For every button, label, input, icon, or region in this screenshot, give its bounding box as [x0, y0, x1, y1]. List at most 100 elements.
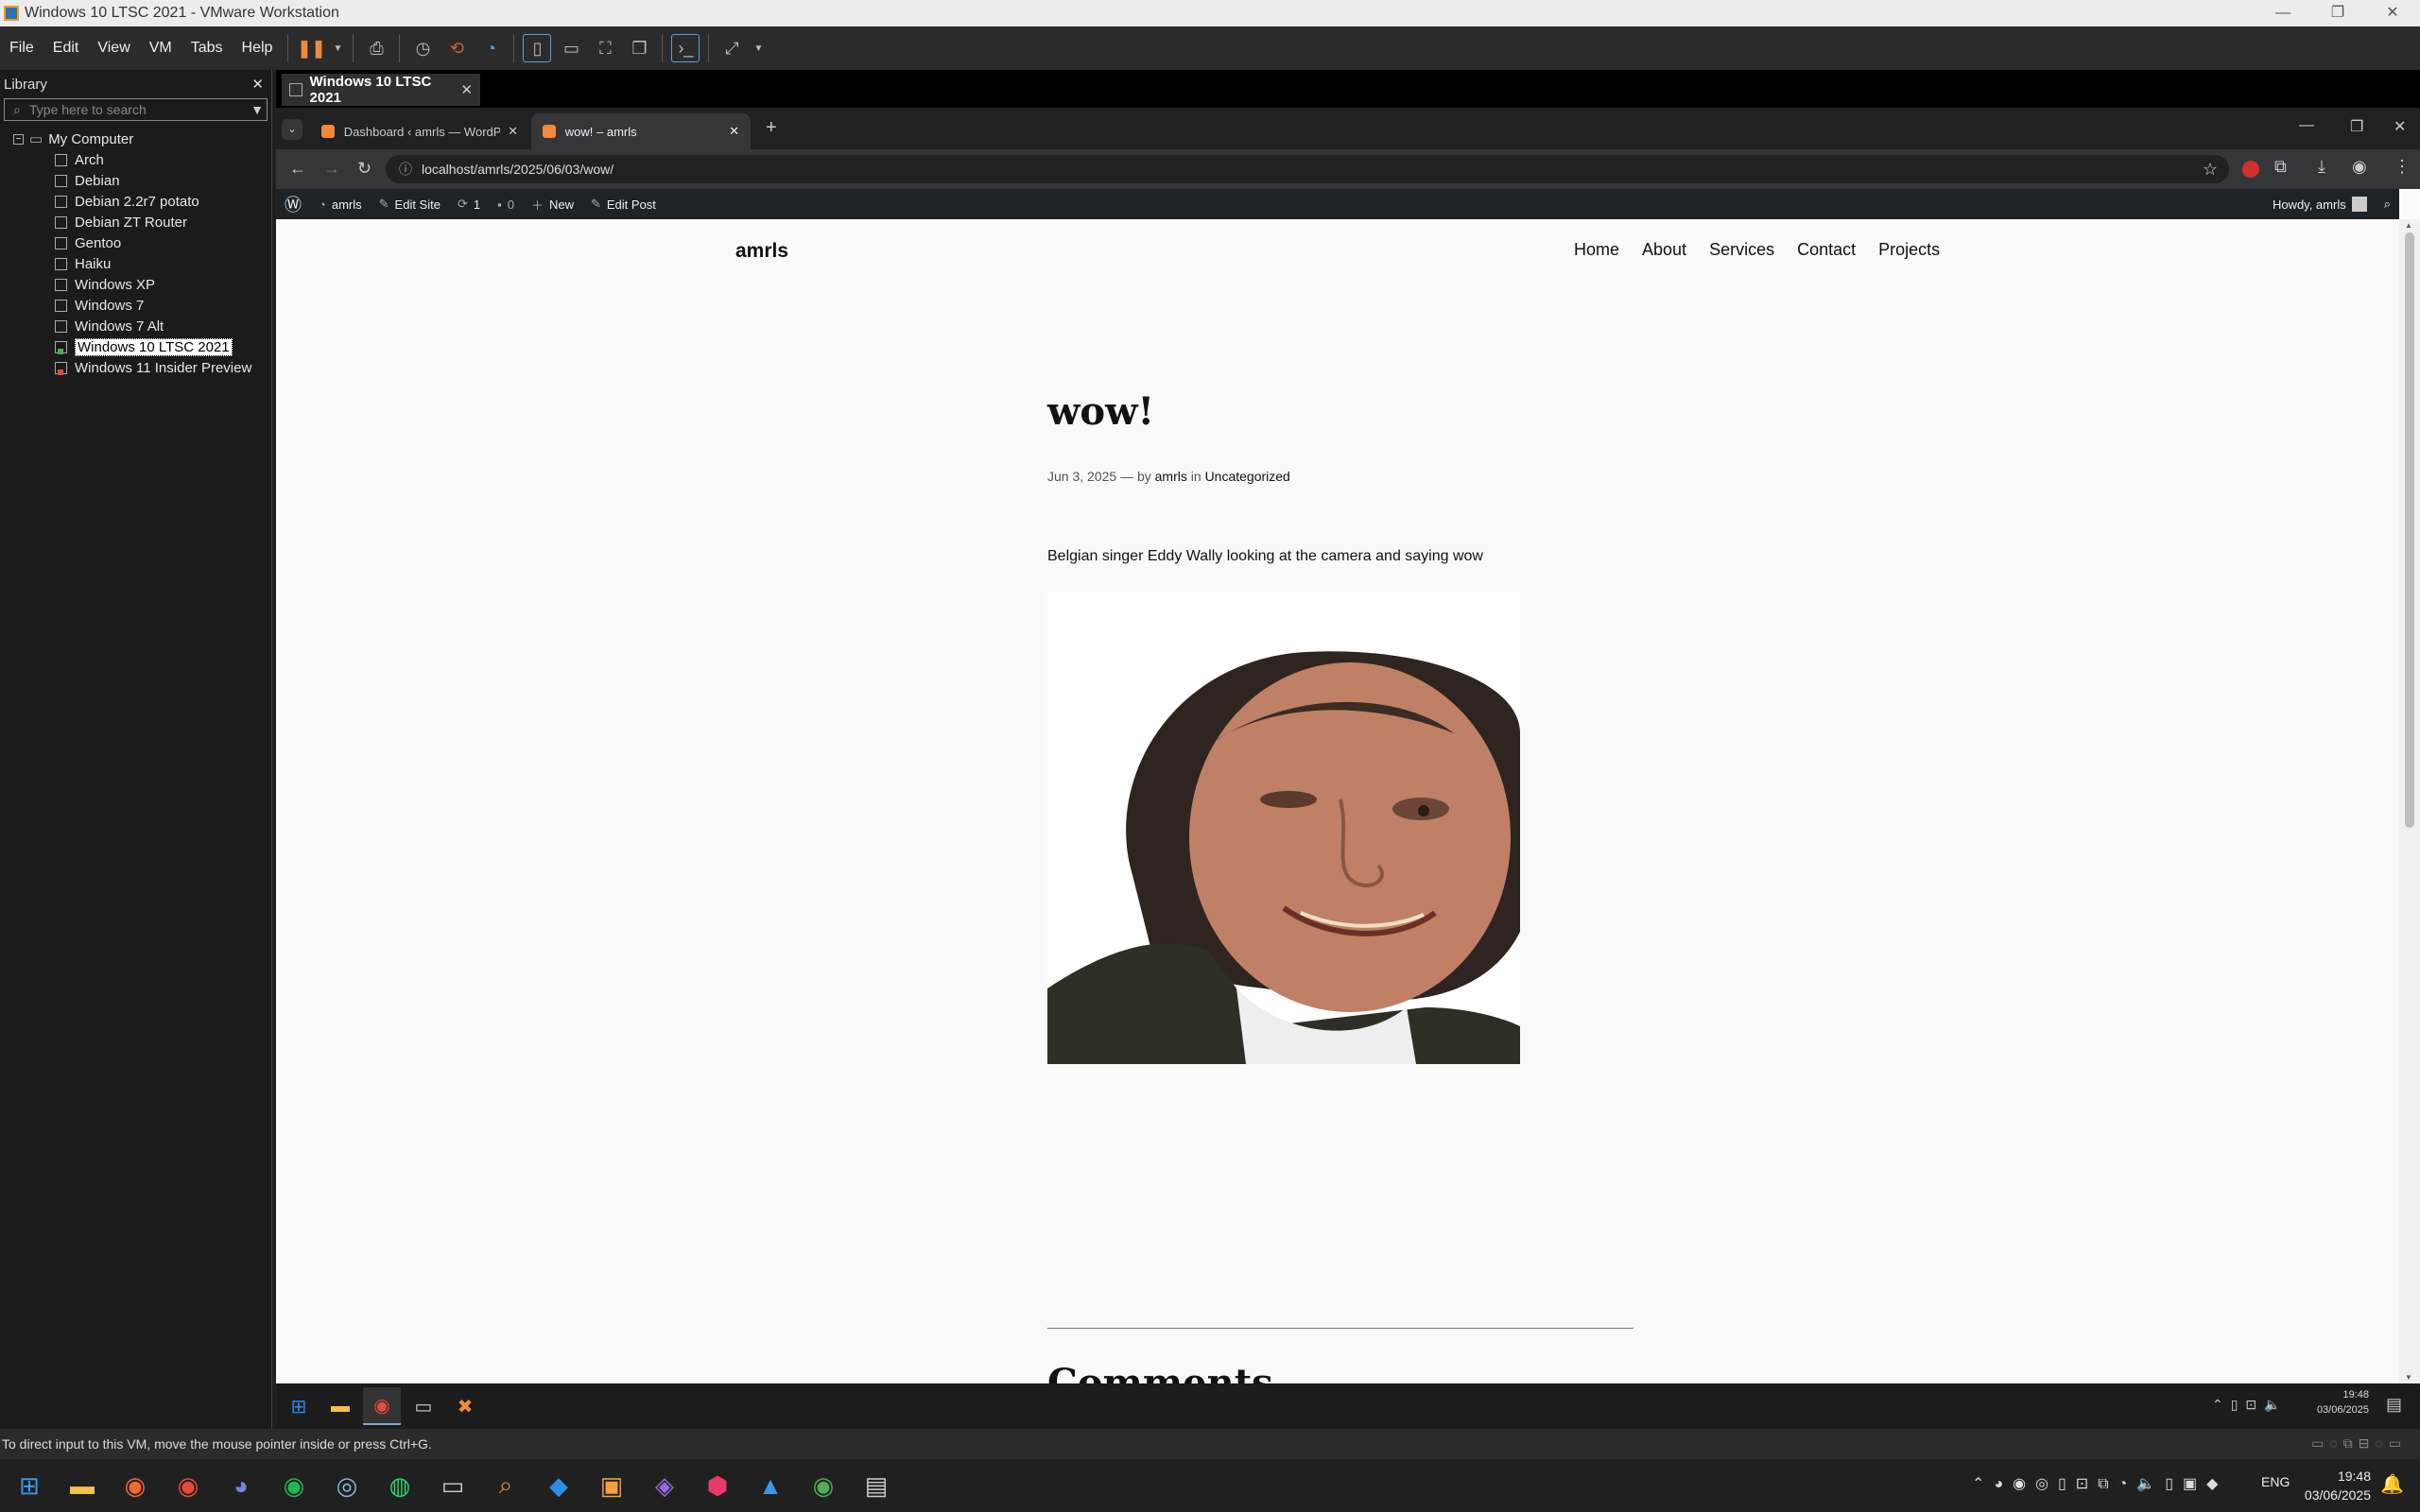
wp-updates-link[interactable]: ⟳ 1	[449, 197, 489, 212]
vm-item[interactable]: Windows XP	[0, 274, 271, 295]
spotify-icon[interactable]: ◉	[270, 1462, 318, 1509]
tree-root[interactable]: − ▭ My Computer	[0, 129, 271, 149]
notes-app-icon[interactable]: ◈	[641, 1462, 688, 1509]
adblock-extension-icon[interactable]	[2242, 161, 2259, 178]
new-tab-button[interactable]: +	[766, 117, 777, 139]
wp-new-link[interactable]: ＋ New	[523, 196, 582, 214]
tab-search-icon[interactable]: ⌄	[282, 119, 302, 140]
vm-item[interactable]: Windows 7 Alt	[0, 316, 271, 336]
scrollbar-thumb[interactable]	[2405, 232, 2414, 828]
page-scrollbar[interactable]: ▲ ▼	[2399, 219, 2420, 1383]
thumbnail-bar-icon[interactable]: ▭	[557, 34, 585, 62]
host-tray-icons[interactable]: ⌃◕◉◎▯⊡⧉◔🔈▯▣◆	[1972, 1474, 2227, 1493]
chevron-down-icon[interactable]: ▼	[248, 102, 267, 117]
xampp-icon[interactable]: ✖	[446, 1387, 484, 1425]
menu-tabs[interactable]: Tabs	[182, 40, 233, 57]
browser-menu-icon[interactable]: ⋮	[2394, 157, 2411, 177]
chrome-profile-icon[interactable]: ◉	[800, 1462, 847, 1509]
forward-icon[interactable]: →	[323, 159, 340, 179]
vscode-icon[interactable]: ◆	[535, 1462, 582, 1509]
library-search-input[interactable]: ⌕ Type here to search ▼	[4, 98, 268, 121]
vm-item[interactable]: Debian ZT Router	[0, 212, 271, 232]
chevron-down-icon[interactable]: ▼	[752, 34, 765, 62]
library-close-icon[interactable]: ✕	[251, 76, 264, 93]
console-view-icon[interactable]: ›_	[671, 34, 700, 62]
menu-help[interactable]: Help	[233, 40, 283, 57]
vm-tab[interactable]: Windows 10 LTSC 2021 ✕	[282, 74, 480, 106]
discord-icon[interactable]: ◕	[217, 1462, 265, 1509]
notification-bell-icon[interactable]: 🔔	[2380, 1472, 2404, 1496]
suspend-icon[interactable]: ❚❚	[297, 34, 325, 62]
wp-edit-site-link[interactable]: ✎ Edit Site	[371, 197, 449, 212]
browser-close-icon[interactable]: ✕	[2394, 117, 2406, 136]
search-app-icon[interactable]: ⌕	[482, 1462, 529, 1509]
nav-contact[interactable]: Contact	[1797, 240, 1856, 260]
extensions-icon[interactable]: ⧉	[2274, 157, 2287, 177]
vm-item[interactable]: Windows 11 Insider Preview	[0, 357, 271, 378]
chrome-icon[interactable]: ◉	[363, 1387, 401, 1425]
windows-start-icon[interactable]: ⊞	[6, 1462, 53, 1509]
vm-tab-close-icon[interactable]: ✕	[460, 81, 473, 98]
site-info-icon[interactable]: ⓘ	[399, 160, 412, 179]
photos-icon[interactable]: ▲	[747, 1462, 794, 1509]
bookmark-star-icon[interactable]: ☆	[2203, 160, 2218, 180]
download-icon[interactable]: ⤓	[2318, 157, 2325, 177]
close-button[interactable]: ✕	[2365, 0, 2420, 26]
minimize-button[interactable]: —	[2256, 0, 2310, 26]
wp-edit-post-link[interactable]: ✎ Edit Post	[582, 197, 665, 212]
site-title[interactable]: amrls	[735, 240, 788, 263]
hexagon-app-icon[interactable]: ⬢	[694, 1462, 741, 1509]
tab-close-icon[interactable]: ✕	[729, 124, 739, 139]
snapshot-manager-icon[interactable]: ◔	[476, 34, 505, 62]
post-category[interactable]: Uncategorized	[1205, 469, 1290, 484]
nav-home[interactable]: Home	[1574, 240, 1619, 260]
scroll-up-icon[interactable]: ▲	[2405, 221, 2412, 230]
vm-item[interactable]: Windows 7	[0, 295, 271, 316]
windows-start-icon[interactable]: ⊞	[280, 1387, 318, 1425]
profile-icon[interactable]: ◉	[2352, 157, 2367, 177]
vm-item[interactable]: Haiku	[0, 253, 271, 274]
firefox-icon[interactable]: ◉	[112, 1462, 159, 1509]
nav-projects[interactable]: Projects	[1878, 240, 1940, 260]
stretch-guest-icon[interactable]: ⤢	[717, 34, 746, 62]
browser-tab-dashboard[interactable]: Dashboard ‹ amrls — WordPre ✕	[310, 113, 529, 149]
address-bar[interactable]: ⓘ localhost/amrls/2025/06/03/wow/ ☆	[386, 155, 2229, 183]
chrome-icon[interactable]: ◉	[164, 1462, 212, 1509]
vm-item[interactable]: Gentoo	[0, 232, 271, 253]
vm-item[interactable]: Debian 2.2r7 potato	[0, 191, 271, 212]
guest-clock[interactable]: 19:48 03/06/2025	[2317, 1387, 2369, 1418]
browser-restore-icon[interactable]: ❐	[2350, 117, 2363, 136]
nav-services[interactable]: Services	[1709, 240, 1774, 260]
menu-file[interactable]: File	[0, 40, 43, 57]
chevron-down-icon[interactable]: ▼	[331, 34, 344, 62]
post-date[interactable]: Jun 3, 2025	[1047, 469, 1116, 484]
nav-about[interactable]: About	[1642, 240, 1686, 260]
menu-vm[interactable]: VM	[140, 40, 182, 57]
wp-site-link[interactable]: ◔ amrls	[310, 198, 371, 212]
revert-snapshot-icon[interactable]: ⟲	[442, 34, 471, 62]
wp-comments-link[interactable]: ▪ 0	[489, 198, 523, 212]
wordpress-logo-icon[interactable]: Ⓦ	[276, 192, 310, 216]
post-author[interactable]: amrls	[1155, 469, 1187, 484]
collapse-icon[interactable]: −	[13, 133, 24, 145]
file-explorer-icon[interactable]: ▬	[321, 1387, 359, 1425]
maximize-button[interactable]: ❐	[2310, 0, 2365, 26]
file-explorer-icon[interactable]: ▬	[59, 1462, 106, 1509]
browser-minimize-icon[interactable]: —	[2299, 117, 2314, 134]
back-icon[interactable]: ←	[289, 159, 306, 179]
snapshot-icon[interactable]: ◷	[408, 34, 437, 62]
vmware-icon[interactable]: ▣	[588, 1462, 635, 1509]
vm-item[interactable]: Arch	[0, 149, 271, 170]
unity-icon[interactable]: ❐	[625, 34, 653, 62]
menu-view[interactable]: View	[88, 40, 139, 57]
vm-item-selected[interactable]: Windows 10 LTSC 2021	[0, 336, 271, 357]
scroll-down-icon[interactable]: ▼	[2405, 1373, 2412, 1382]
browser-tab-wow[interactable]: wow! – amrls ✕	[531, 113, 751, 149]
wp-howdy-link[interactable]: Howdy, amrls	[2264, 197, 2376, 212]
guest-tray-icons[interactable]: ⌃▯⊡🔈	[2212, 1397, 2289, 1413]
guest-display[interactable]: ⌄ Dashboard ‹ amrls — WordPre ✕ wow! – a…	[276, 108, 2420, 1429]
language-indicator[interactable]: ENG	[2261, 1474, 2290, 1489]
show-library-icon[interactable]: ▯	[523, 34, 552, 62]
reload-icon[interactable]: ↻	[357, 159, 372, 179]
notification-icon[interactable]: ▤	[2386, 1395, 2402, 1415]
